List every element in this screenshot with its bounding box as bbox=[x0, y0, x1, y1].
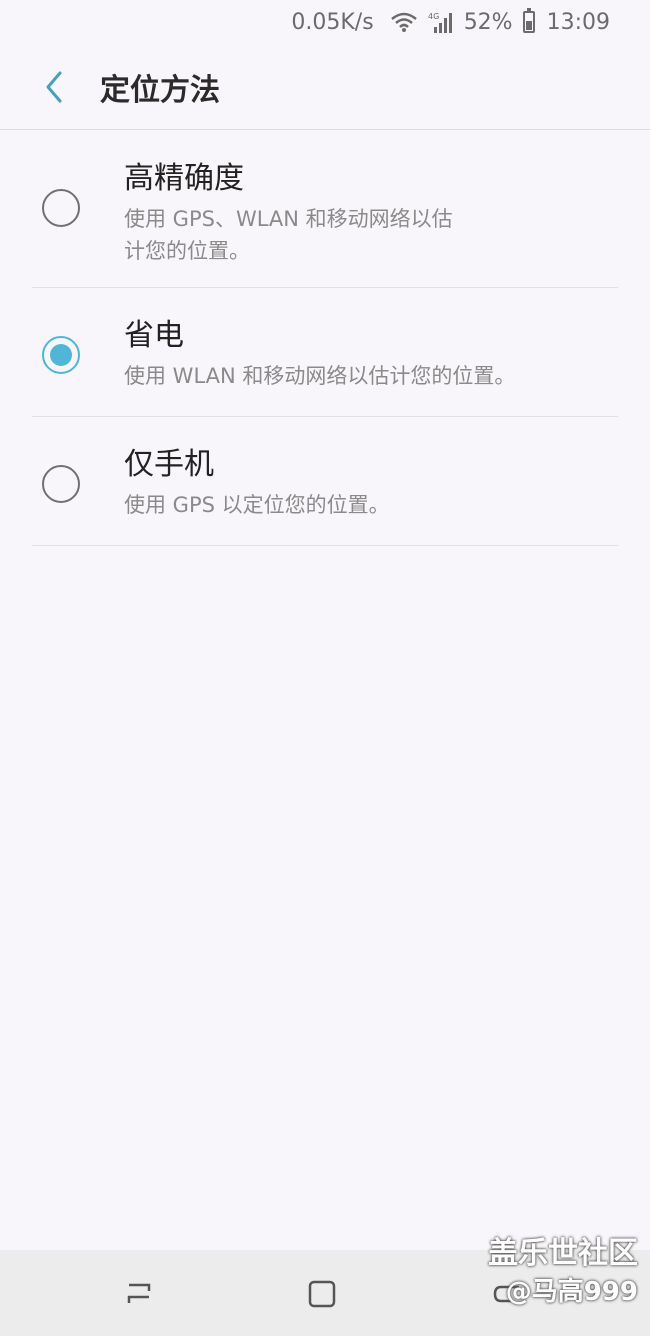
option-battery-saving[interactable]: 省电 使用 WLAN 和移动网络以估计您的位置。 bbox=[32, 288, 618, 417]
option-description: 使用 WLAN 和移动网络以估计您的位置。 bbox=[124, 364, 516, 388]
option-title: 省电 bbox=[124, 318, 184, 353]
radio-phone-only[interactable] bbox=[42, 465, 80, 503]
option-title: 仅手机 bbox=[124, 447, 214, 482]
clock: 13:09 bbox=[546, 9, 610, 35]
home-icon bbox=[308, 1280, 336, 1308]
back-button[interactable] bbox=[24, 57, 84, 117]
app-bar: 定位方法 bbox=[0, 44, 650, 130]
option-phone-only[interactable]: 仅手机 使用 GPS 以定位您的位置。 bbox=[32, 417, 618, 546]
page-title: 定位方法 bbox=[100, 72, 220, 108]
chevron-left-icon bbox=[46, 71, 62, 102]
watermark: 盖乐世社区 @马高999 bbox=[488, 1234, 638, 1310]
option-description: 使用 GPS、WLAN 和移动网络以估 计您的位置。 bbox=[124, 207, 453, 263]
battery-percent: 52% bbox=[463, 9, 513, 35]
status-bar: 0.05K/s 4G 52% 13:09 bbox=[0, 0, 650, 44]
battery-icon bbox=[522, 8, 535, 33]
signal-icon: 4G bbox=[428, 11, 454, 33]
radio-battery-saving[interactable] bbox=[42, 336, 80, 374]
radio-high-accuracy[interactable] bbox=[42, 189, 80, 227]
recent-apps-icon bbox=[127, 1283, 151, 1303]
net-speed: 0.05K/s bbox=[291, 9, 374, 35]
recent-apps-button[interactable] bbox=[118, 1272, 162, 1316]
option-high-accuracy[interactable]: 高精确度 使用 GPS、WLAN 和移动网络以估 计您的位置。 bbox=[32, 131, 618, 288]
location-method-list: 高精确度 使用 GPS、WLAN 和移动网络以估 计您的位置。 省电 使用 WL… bbox=[32, 131, 618, 546]
home-button[interactable] bbox=[300, 1272, 344, 1316]
option-title: 高精确度 bbox=[124, 161, 244, 196]
option-description: 使用 GPS 以定位您的位置。 bbox=[124, 493, 390, 517]
wifi-icon bbox=[390, 11, 418, 33]
watermark-title: 盖乐世社区 bbox=[488, 1236, 638, 1271]
network-type-label: 4G bbox=[428, 12, 439, 21]
watermark-handle: @马高999 bbox=[505, 1277, 638, 1307]
